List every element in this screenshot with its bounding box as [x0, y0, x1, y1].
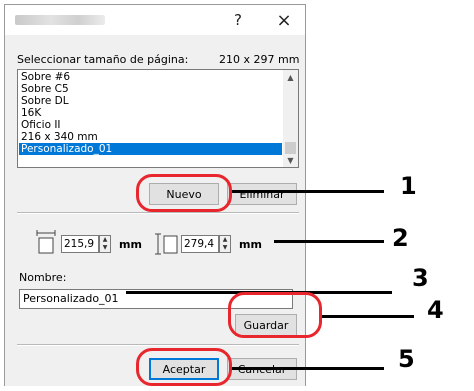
separator-2: [17, 344, 299, 346]
list-scrollbar[interactable]: ▲ ▼: [283, 70, 298, 167]
width-unit: mm: [119, 238, 142, 251]
callout-circle-5: [136, 348, 232, 386]
page-size-list-items: Sobre #6 Sobre C5 Sobre DL 16K Oficio II 216 …: [19, 71, 282, 155]
width-dimension-icon: [36, 230, 56, 254]
title-bar: ? ×: [5, 5, 305, 35]
callout-number-2: 2: [392, 224, 409, 252]
list-item[interactable]: 216 x 340 mm: [19, 131, 282, 143]
chevron-down-icon[interactable]: ▼: [283, 153, 298, 167]
callout-number-3: 3: [412, 264, 429, 292]
blurred-title: [15, 15, 105, 25]
width-stepper[interactable]: ▲ ▼: [99, 235, 111, 253]
height-down-icon[interactable]: ▼: [220, 244, 230, 252]
width-down-icon[interactable]: ▼: [100, 244, 110, 252]
height-input[interactable]: 279,4: [181, 235, 219, 253]
callout-pointer-5: [232, 367, 384, 370]
page-size-label: Seleccionar tamaño de página:: [17, 53, 189, 66]
callout-number-5: 5: [398, 345, 415, 373]
callout-number-1: 1: [400, 172, 417, 200]
width-up-icon[interactable]: ▲: [100, 236, 110, 244]
help-button[interactable]: ?: [221, 9, 255, 31]
page-size-list[interactable]: Sobre #6 Sobre C5 Sobre DL 16K Oficio II 216 …: [17, 69, 299, 168]
height-unit: mm: [239, 238, 262, 251]
list-item[interactable]: Sobre DL: [19, 95, 282, 107]
list-item[interactable]: Personalizado_01: [19, 143, 282, 155]
help-icon: ?: [234, 11, 242, 29]
callout-pointer-4: [322, 315, 414, 318]
separator-1: [17, 212, 299, 214]
close-button[interactable]: ×: [267, 9, 301, 31]
list-item[interactable]: Sobre #6: [19, 71, 282, 83]
list-item[interactable]: Sobre C5: [19, 83, 282, 95]
width-input[interactable]: 215,9: [61, 235, 99, 253]
height-up-icon[interactable]: ▲: [220, 236, 230, 244]
height-stepper[interactable]: ▲ ▼: [219, 235, 231, 253]
close-icon: ×: [276, 9, 292, 31]
eliminar-button[interactable]: Eliminar: [227, 183, 297, 205]
callout-number-4: 4: [427, 296, 444, 324]
callout-circle-4: [228, 292, 322, 338]
name-label: Nombre:: [19, 271, 67, 284]
chevron-up-icon[interactable]: ▲: [283, 70, 298, 84]
callout-pointer-1: [232, 190, 384, 193]
callout-circle-1: [136, 174, 232, 212]
height-dimension-icon: [155, 233, 178, 255]
list-item[interactable]: 16K: [19, 107, 282, 119]
callout-pointer-2: [274, 240, 384, 243]
list-item[interactable]: Oficio II: [19, 119, 282, 131]
page-size-value: 210 x 297 mm: [219, 53, 300, 66]
